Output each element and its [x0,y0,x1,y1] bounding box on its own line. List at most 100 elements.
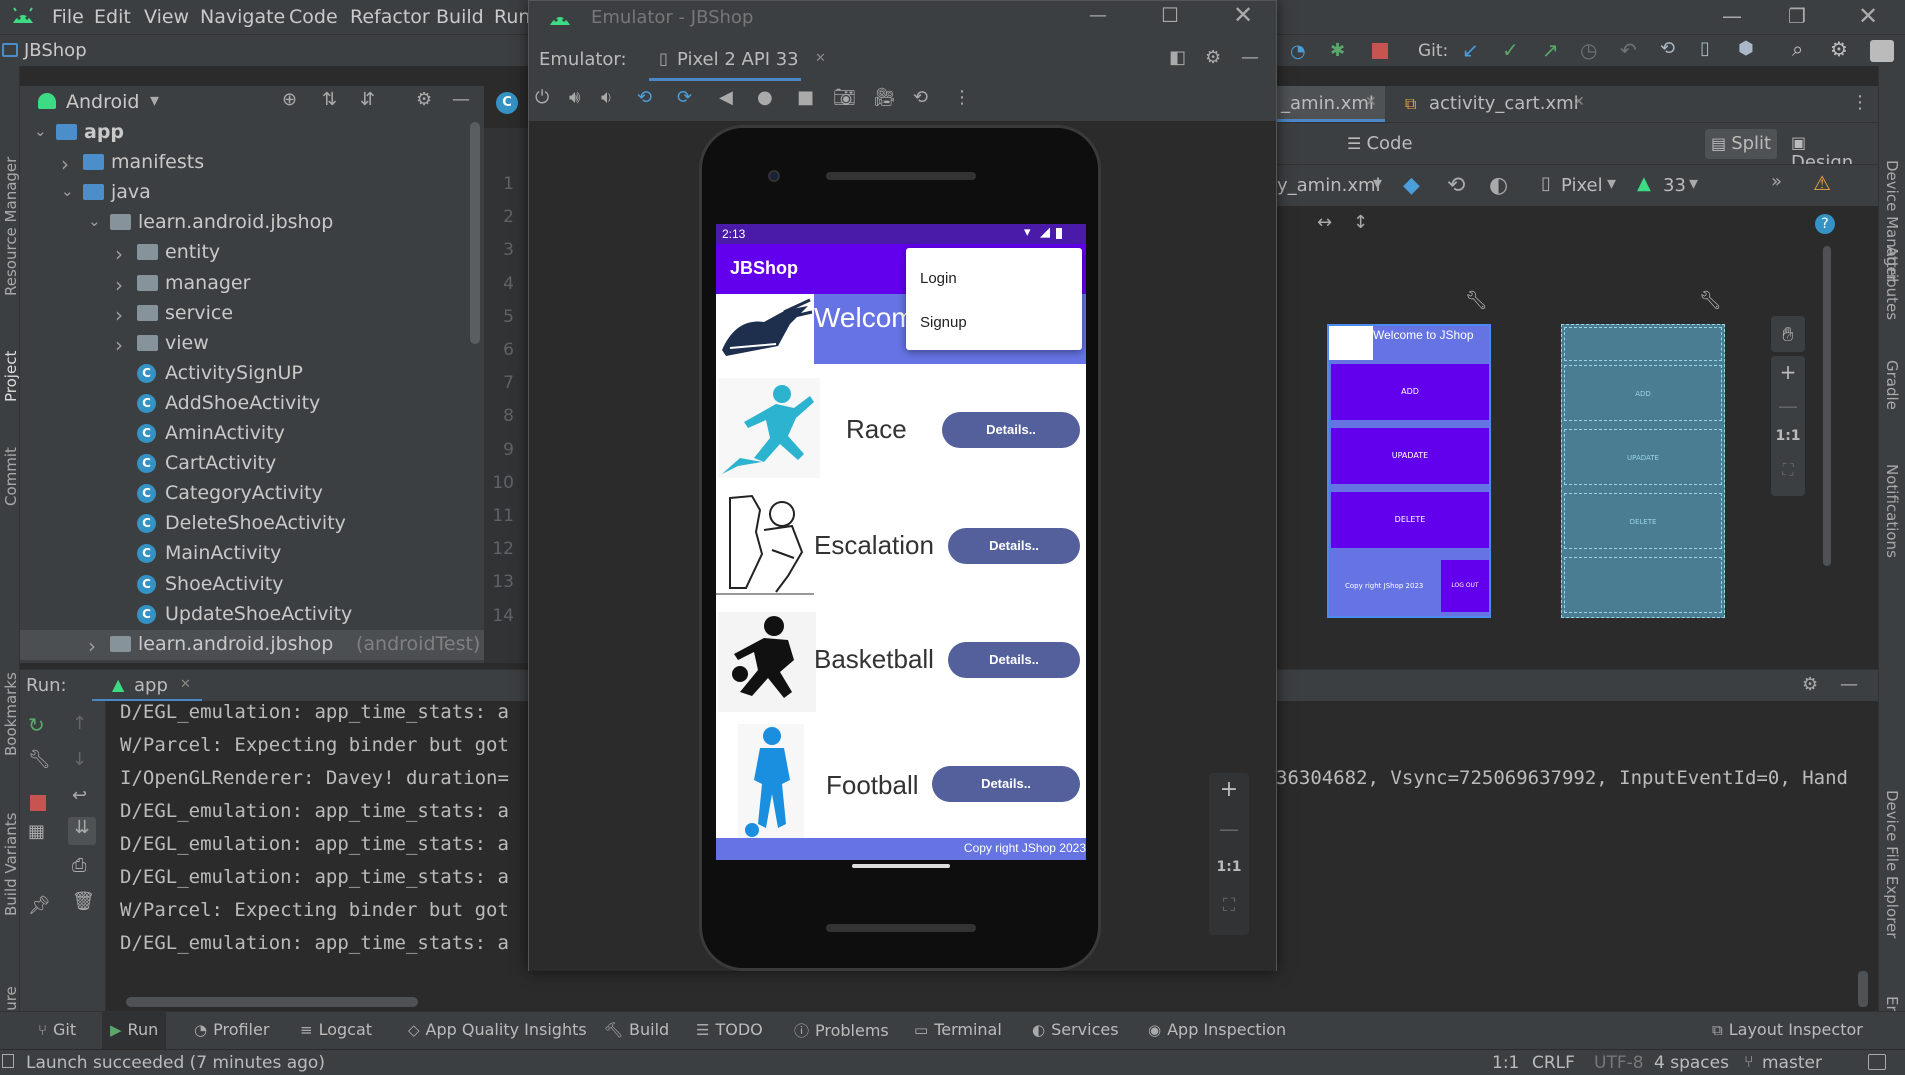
line-separator[interactable]: CRLF [1532,1053,1575,1073]
close-tab-icon[interactable]: ✕ [815,51,826,66]
screen-record-icon[interactable]: 🎥︎ [873,87,896,108]
menu-run[interactable]: Run [494,6,530,28]
history-icon[interactable]: ◷ [1580,38,1597,62]
tab-activity-amin[interactable]: _amin.xml ✕ [1277,86,1385,122]
zoom-in-icon[interactable]: + [1209,777,1249,802]
close-icon[interactable]: ✕ [1858,2,1878,30]
bottom-tab-git[interactable]: ⑂ Git [30,1012,84,1050]
api-selector[interactable]: 33 [1663,175,1686,196]
menu-file[interactable]: File [52,6,84,28]
gear-icon[interactable]: ⚙ [416,89,432,110]
menu-refactor[interactable]: Refactor [350,6,430,28]
soft-wrap-icon[interactable]: ↩ [72,785,87,806]
bottom-tab-app-quality-insights[interactable]: ◇ App Quality Insights [400,1012,595,1050]
volume-down-icon[interactable]: 🔉︎ [601,87,612,108]
gradle-tab[interactable]: Gradle [1883,360,1901,410]
bottom-tab-todo[interactable]: ☰ TODO [688,1012,771,1050]
restore-icon[interactable]: ❐ [1788,4,1806,28]
close-tab-icon[interactable]: ✕ [180,677,191,692]
expand-all-icon[interactable]: ⇅ [322,89,337,110]
device-file-explorer-tab[interactable]: Device File Explorer [1883,790,1901,938]
scroll-down-icon[interactable]: ↓ [72,749,87,770]
design-surface-icon[interactable]: ◆ [1403,173,1420,198]
chevron-right-icon[interactable]: › [115,242,123,266]
night-mode-icon[interactable]: ◐ [1489,173,1508,198]
status-message[interactable]: Launch succeeded (7 minutes ago) [26,1053,325,1073]
stop-icon[interactable] [30,795,46,811]
pan-hand-icon[interactable]: ✋︎ [1771,316,1805,352]
chevron-down-icon[interactable]: ⌄ [61,182,74,200]
bottom-tab-app-inspection[interactable]: ◉ App Inspection [1140,1012,1294,1050]
pan-icon[interactable]: ↔ [1317,212,1332,233]
rollback-icon[interactable]: ↶ [1620,38,1637,62]
zoom-out-icon[interactable]: — [1771,394,1805,418]
home-icon[interactable]: ● [757,87,773,108]
device-selector[interactable]: Pixel [1561,175,1603,196]
git-branch[interactable]: master [1762,1053,1822,1073]
preview-delete-button[interactable]: DELETE [1331,492,1489,548]
tree-item[interactable]: C AminActivity [20,419,484,449]
minimize-icon[interactable]: — [1089,5,1107,26]
close-tab-icon[interactable]: ✕ [1365,94,1377,110]
print-icon[interactable]: ⎙ [72,855,86,876]
zoom-fit-icon[interactable]: ⛶ [1771,460,1805,480]
canvas-scrollbar[interactable] [1823,246,1831,566]
bottom-tab-run[interactable]: ▶ Run [102,1012,167,1050]
chevron-right-icon[interactable]: › [115,303,123,327]
tree-item[interactable]: C UpdateShoeActivity [20,600,484,630]
tree-item[interactable]: C ActivitySignUP [20,359,484,389]
build-variants-tab[interactable]: Build Variants [2,813,20,916]
code-mode-button[interactable]: ☰ Code [1341,129,1419,159]
layout-icon[interactable]: ▦ [28,821,45,842]
zoom-actual-button[interactable]: 1:1 [1209,859,1249,875]
rotate-left-icon[interactable]: ⟲ [637,87,652,108]
tree-item[interactable]: ⌄ java [20,178,484,208]
indent-setting[interactable]: 4 spaces [1654,1053,1729,1073]
preview-add-button[interactable]: ADD [1331,364,1489,420]
device-tab[interactable]: ▯ Pixel 2 API 33 ✕ [649,41,826,81]
bookmarks-tab[interactable]: Bookmarks [2,672,20,756]
window-mode-icon[interactable]: ◧ [1169,47,1186,68]
chevron-down-icon[interactable]: ⌄ [88,212,101,230]
details-button-football[interactable]: Details.. [932,766,1080,802]
tree-item[interactable]: C DeleteShoeActivity [20,509,484,539]
project-scrollbar[interactable] [470,122,480,344]
file-encoding[interactable]: UTF-8 [1594,1053,1644,1073]
chevron-right-icon[interactable]: › [88,634,96,658]
scroll-to-end-icon[interactable]: ⇊ [68,817,96,845]
snapshot-icon[interactable]: ⟲ [913,87,928,108]
gear-icon[interactable]: ⚙ [1205,47,1221,68]
chevron-right-icon[interactable]: › [61,152,69,176]
chevron-right-icon[interactable]: › [115,273,123,297]
hide-panel-icon[interactable]: — [452,89,470,110]
debug-icon[interactable]: ✱ [1330,40,1345,61]
orientation-icon[interactable]: ⟲ [1447,173,1465,198]
vertical-pan-icon[interactable]: ↕ [1353,212,1368,233]
tree-item[interactable]: › service [20,299,484,329]
resource-manager-tab[interactable]: Resource Manager [2,157,20,296]
menu-view[interactable]: View [144,6,189,28]
bottom-tab-profiler[interactable]: ◔ Profiler [186,1012,277,1050]
minimize-icon[interactable]: — [1722,4,1742,28]
tree-item[interactable]: C CartActivity [20,449,484,479]
menu-build[interactable]: Build [436,6,484,28]
profile-icon[interactable]: ◔ [1290,41,1306,62]
account-icon[interactable] [1870,40,1894,62]
tree-item[interactable]: › manifests [20,148,484,178]
zoom-in-icon[interactable]: + [1771,360,1805,384]
bottom-tab-build[interactable]: 🔨︎ Build [596,1012,677,1050]
details-button-basketball[interactable]: Details.. [948,642,1080,678]
chevron-down-icon[interactable]: ⌄ [34,122,47,140]
git-update-icon[interactable]: ↙ [1462,38,1479,62]
menu-item-signup[interactable]: Signup [920,314,967,331]
more-icon[interactable]: ⋮ [953,87,971,108]
zoom-fit-icon[interactable]: ⛶ [1209,895,1249,916]
menu-edit[interactable]: Edit [94,6,131,28]
back-icon[interactable]: ◀ [719,87,733,108]
run-config-tab[interactable]: ▲ app ✕ [92,670,202,702]
help-icon[interactable]: ? [1815,214,1835,234]
phone-screen[interactable]: 2:13 ▾ ◢ JBShop Welcom Login Signup Race… [716,224,1086,860]
tree-item[interactable]: C AddShoeActivity [20,389,484,419]
menu-code[interactable]: Code [289,6,338,28]
split-mode-button[interactable]: ▤ Split [1705,129,1778,159]
